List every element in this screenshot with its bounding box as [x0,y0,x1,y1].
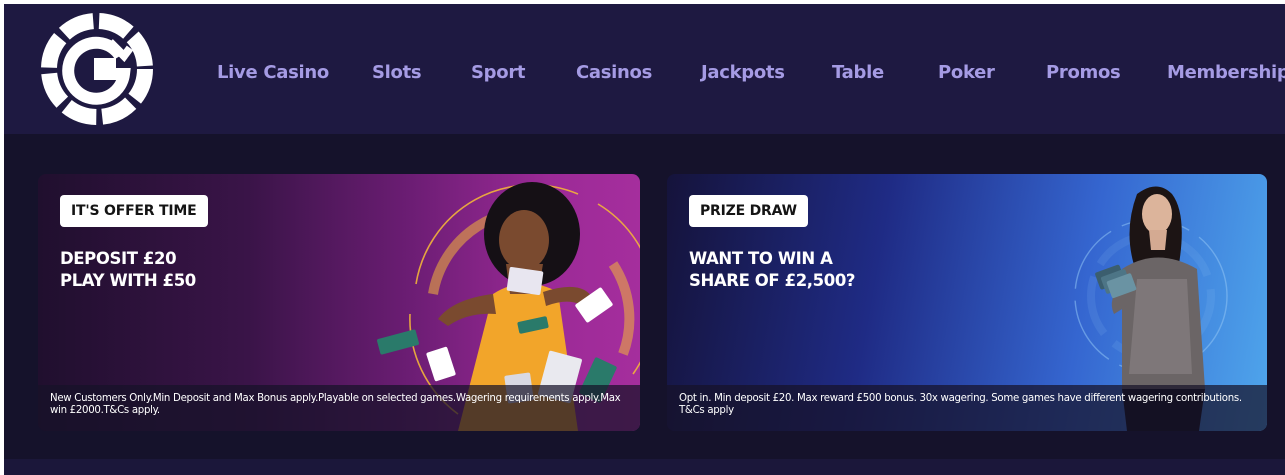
offer-headline: DEPOSIT £20 PLAY WITH £50 [60,248,196,292]
offer-headline-line-2: PLAY WITH £50 [60,271,196,290]
offer-disclaimer: New Customers Only.Min Deposit and Max B… [38,385,640,431]
nav-item-poker[interactable]: Poker [938,62,995,83]
nav-item-promos[interactable]: Promos [1046,62,1121,83]
site-header: Live Casino Slots Sport Casinos Jackpots… [4,4,1285,134]
nav-item-jackpots[interactable]: Jackpots [701,62,785,83]
promo-card-offer[interactable]: IT'S OFFER TIME DEPOSIT £20 PLAY WITH £5… [38,174,640,431]
nav-item-membership[interactable]: Membership [1167,62,1285,83]
section-divider [4,459,1285,475]
prize-headline: WANT TO WIN A SHARE OF £2,500? [689,248,855,292]
prize-headline-line-2: SHARE OF £2,500? [689,271,856,290]
promo-section: IT'S OFFER TIME DEPOSIT £20 PLAY WITH £5… [4,134,1285,459]
nav-item-sport[interactable]: Sport [471,62,526,83]
nav-item-slots[interactable]: Slots [372,62,422,83]
offer-badge: IT'S OFFER TIME [60,195,208,227]
page-frame: Live Casino Slots Sport Casinos Jackpots… [4,4,1285,475]
prize-badge: PRIZE DRAW [689,195,808,227]
prize-disclaimer: Opt in. Min deposit £20. Max reward £500… [667,385,1267,431]
nav-item-table[interactable]: Table [832,62,884,83]
nav-item-live-casino[interactable]: Live Casino [217,62,329,83]
offer-headline-line-1: DEPOSIT £20 [60,249,177,268]
promo-card-prize-draw[interactable]: PRIZE DRAW WANT TO WIN A SHARE OF £2,500… [667,174,1267,431]
prize-headline-line-1: WANT TO WIN A [689,249,833,268]
main-nav: Live Casino Slots Sport Casinos Jackpots… [4,4,1285,134]
nav-item-casinos[interactable]: Casinos [576,62,652,83]
